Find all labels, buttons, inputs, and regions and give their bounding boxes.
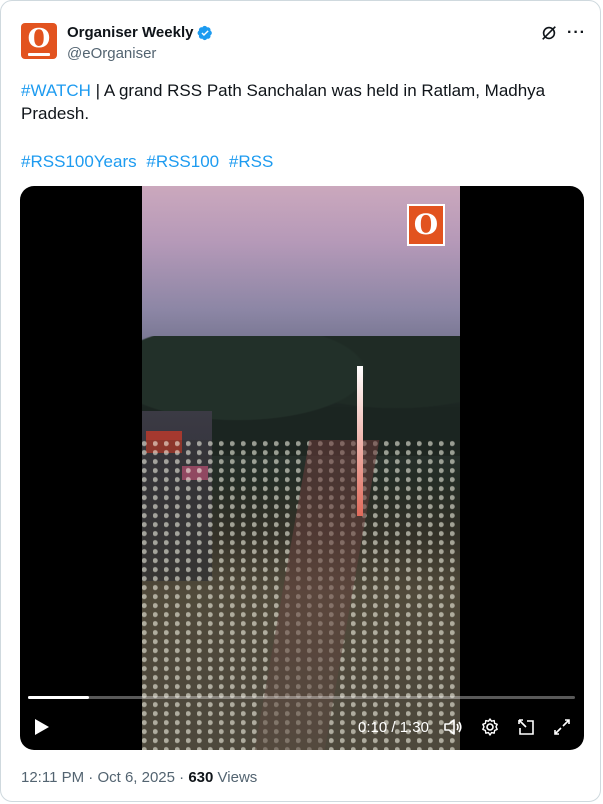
handle[interactable]: @eOrganiser <box>67 44 213 64</box>
video-time: 0:10 / 1:30 <box>358 719 429 736</box>
organiser-watermark-icon: O <box>407 204 445 246</box>
hashtag-link[interactable]: #RSS <box>229 152 273 171</box>
fullscreen-icon[interactable] <box>552 717 572 737</box>
text-separator: | <box>90 81 104 100</box>
hashtag-list: #RSS100Years #RSS100 #RSS <box>21 150 278 173</box>
avatar[interactable]: O <box>21 23 57 59</box>
tweet-date[interactable]: Oct 6, 2025 <box>97 769 175 786</box>
tweet-card: O Organiser Weekly @eOrganiser ··· #WATC… <box>0 0 601 802</box>
volume-icon[interactable] <box>443 717 463 737</box>
video-progress-bar[interactable] <box>28 696 575 699</box>
tweet-time[interactable]: 12:11 PM <box>21 769 84 786</box>
author-name-row: Organiser Weekly <box>67 23 213 43</box>
current-time: 0:10 <box>358 719 388 736</box>
play-icon[interactable] <box>34 718 50 736</box>
more-icon[interactable]: ··· <box>567 25 586 41</box>
views-label: Views <box>213 769 258 786</box>
views-count: 630 <box>188 769 214 786</box>
display-name[interactable]: Organiser Weekly <box>67 23 193 43</box>
avatar-letter: O <box>27 24 51 54</box>
video-player[interactable]: O 0:10 / 1:30 <box>20 186 584 750</box>
verified-badge-icon <box>198 25 213 41</box>
duration: 1:30 <box>399 719 429 736</box>
hashtag-link[interactable]: #RSS100Years <box>21 152 137 171</box>
hashtag-link[interactable]: #RSS100 <box>146 152 219 171</box>
video-frame[interactable]: O <box>142 186 460 750</box>
hashtag-watch-link[interactable]: #WATCH <box>21 81 91 100</box>
tweet-text: #WATCH | A grand RSS Path Sanchalan was … <box>21 79 581 125</box>
video-controls: 0:10 / 1:30 <box>20 710 584 744</box>
picture-in-picture-icon[interactable] <box>516 717 536 737</box>
tweet-meta: 12:11 PM · Oct 6, 2025 · 630 Views <box>21 769 258 786</box>
author-block: Organiser Weekly @eOrganiser <box>67 23 213 64</box>
video-progress-fill <box>28 696 89 699</box>
organiser-logo-icon: O <box>21 23 57 59</box>
settings-icon[interactable] <box>480 717 500 737</box>
grok-icon[interactable] <box>540 24 558 42</box>
